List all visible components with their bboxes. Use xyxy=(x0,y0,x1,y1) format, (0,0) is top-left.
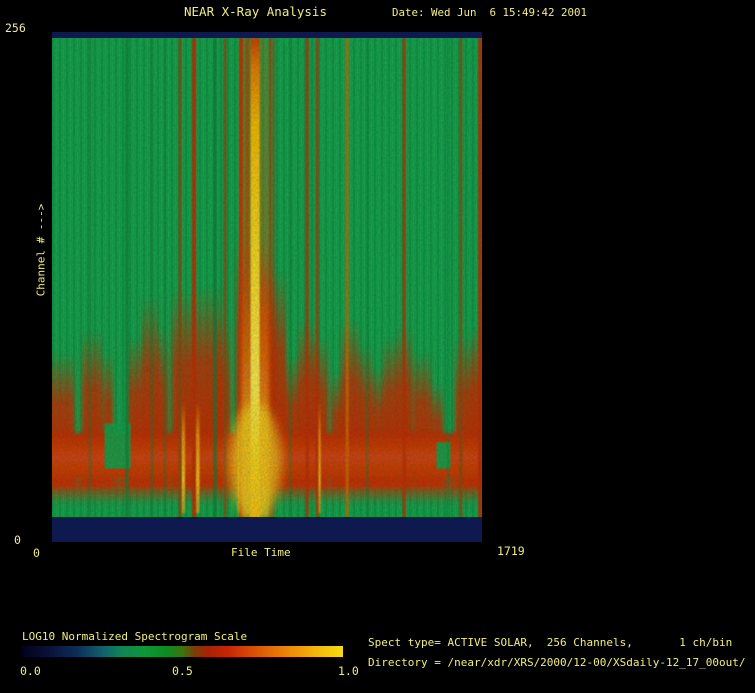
colorbar-tick-mid: 0.5 xyxy=(172,664,193,678)
colorbar-gradient xyxy=(22,646,343,657)
spectrogram-canvas xyxy=(52,32,482,542)
colorbar-tick-min: 0.0 xyxy=(20,664,41,678)
x-axis-title: File Time xyxy=(231,546,291,559)
colorbar-label: LOG10 Normalized Spectrogram Scale xyxy=(22,630,247,643)
window-date: Date: Wed Jun 6 15:49:42 2001 xyxy=(392,6,587,19)
colorbar-tick-max: 1.0 xyxy=(338,664,359,678)
directory-info: Directory = /near/xdr/XRS/2000/12-00/XSd… xyxy=(368,656,746,669)
y-axis-max-label: 256 xyxy=(5,21,26,35)
y-axis-title: Channel # ---> xyxy=(35,204,48,297)
x-axis-min-label: 0 xyxy=(33,546,40,560)
app-window: NEAR X-Ray Analysis Date: Wed Jun 6 15:4… xyxy=(0,0,755,693)
x-axis-max-label: 1719 xyxy=(497,544,525,558)
page-title: NEAR X-Ray Analysis xyxy=(184,4,327,19)
y-axis-min-label: 0 xyxy=(14,533,21,547)
spect-type-info: Spect type= ACTIVE SOLAR, 256 Channels, … xyxy=(368,636,732,649)
spectrogram-plot xyxy=(52,32,482,542)
